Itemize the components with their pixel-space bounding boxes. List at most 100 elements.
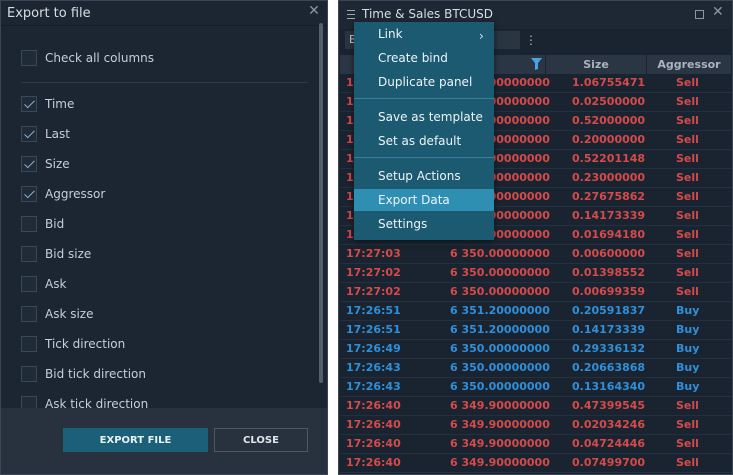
checkbox[interactable]: [21, 216, 37, 232]
checkbox[interactable]: [21, 50, 37, 66]
cell-aggressor: Sell: [676, 399, 699, 412]
menu-item-create-bind[interactable]: Create bind: [354, 47, 494, 69]
table-row[interactable]: 17:26:43 6 350.00000000 0.20663868 Buy: [340, 359, 731, 378]
column-option[interactable]: Tick direction: [21, 334, 125, 354]
checkbox-checked[interactable]: [21, 96, 37, 112]
menu-item-export-data[interactable]: Export Data: [354, 189, 494, 211]
menu-icon[interactable]: [347, 10, 355, 19]
menu-item-duplicate-panel[interactable]: Duplicate panel: [354, 71, 494, 93]
cell-aggressor: Sell: [676, 285, 699, 298]
menu-item-setup-actions[interactable]: Setup Actions: [354, 165, 494, 187]
menu-divider: [354, 157, 494, 158]
cell-size: 0.14173339: [572, 209, 646, 222]
column-option[interactable]: Bid size: [21, 244, 91, 264]
column-option-label: Ask: [45, 277, 67, 291]
cell-aggressor: Sell: [676, 76, 699, 89]
table-row[interactable]: 17:26:51 6 351.20000000 0.20591837 Buy: [340, 302, 731, 321]
close-icon[interactable]: ✕: [712, 5, 724, 19]
checkbox[interactable]: [21, 366, 37, 382]
cell-aggressor: Sell: [676, 228, 699, 241]
cell-aggressor: Buy: [676, 304, 700, 317]
table-row[interactable]: 17:26:49 6 350.00000000 0.29336132 Buy: [340, 340, 731, 359]
column-option-label: Bid tick direction: [45, 367, 146, 381]
table-row[interactable]: 17:27:02 6 350.00000000 0.00699359 Sell: [340, 283, 731, 302]
cell-aggressor: Sell: [676, 209, 699, 222]
menu-item-label: Settings: [378, 217, 428, 231]
menu-divider: [354, 98, 494, 99]
checkbox-checked[interactable]: [21, 186, 37, 202]
checkbox-checked[interactable]: [21, 156, 37, 172]
cell-price: 6 349.90000000: [450, 437, 550, 450]
column-option-label: Ask size: [45, 307, 94, 321]
cell-size: 0.52000000: [572, 114, 646, 127]
cell-time: 17:27:02: [346, 266, 401, 279]
filter-icon[interactable]: [531, 58, 542, 70]
cell-aggressor: Buy: [676, 361, 700, 374]
table-row[interactable]: 17:26:40 6 349.90000000 0.07499700 Sell: [340, 454, 731, 473]
cell-aggressor: Sell: [676, 190, 699, 203]
cell-size: 0.02500000: [572, 95, 646, 108]
table-row[interactable]: 17:27:03 6 350.00000000 0.00600000 Sell: [340, 245, 731, 264]
cell-aggressor: Sell: [676, 247, 699, 260]
table-row[interactable]: 17:26:40 6 349.90000000 0.02034246 Sell: [340, 416, 731, 435]
cell-size: 0.01398552: [572, 266, 646, 279]
cell-size: 0.23000000: [572, 171, 646, 184]
maximize-icon[interactable]: [695, 10, 704, 19]
cell-size: 0.27675862: [572, 190, 646, 203]
check-all-columns[interactable]: Check all columns: [21, 48, 154, 68]
column-option[interactable]: Size: [21, 154, 70, 174]
table-row[interactable]: 17:26:51 6 351.20000000 0.14173339 Buy: [340, 321, 731, 340]
menu-item-label: Create bind: [378, 51, 448, 65]
cell-price: 6 350.00000000: [450, 342, 550, 355]
checkbox[interactable]: [21, 276, 37, 292]
cell-price: 6 351.20000000: [450, 304, 550, 317]
column-option-label: Tick direction: [45, 337, 126, 351]
checkbox[interactable]: [21, 336, 37, 352]
menu-item-settings[interactable]: Settings: [354, 213, 494, 235]
cell-price: 6 350.00000000: [450, 247, 550, 260]
toolbar-field[interactable]: [494, 31, 520, 49]
menu-item-link[interactable]: Link ›: [354, 23, 494, 45]
close-button[interactable]: CLOSE: [214, 428, 308, 452]
checkbox[interactable]: [21, 306, 37, 322]
cell-aggressor: Sell: [676, 266, 699, 279]
cell-size: 0.13164340: [572, 380, 646, 393]
menu-item-label: Set as default: [378, 134, 462, 148]
menu-item-set-as-default[interactable]: Set as default: [354, 130, 494, 152]
cell-aggressor: Buy: [676, 380, 700, 393]
column-option[interactable]: Bid: [21, 214, 64, 234]
column-option[interactable]: Ask size: [21, 304, 94, 324]
table-row[interactable]: 17:26:40 6 349.90000000 0.04724446 Sell: [340, 435, 731, 454]
cell-time: 17:27:03: [346, 247, 401, 260]
cell-price: 6 351.20000000: [450, 323, 550, 336]
column-option[interactable]: Last: [21, 124, 70, 144]
more-icon[interactable]: ⋮: [522, 31, 540, 49]
close-icon[interactable]: ✕: [307, 4, 321, 18]
check-all-label: Check all columns: [45, 51, 154, 65]
column-option-label: Time: [45, 97, 75, 111]
column-option[interactable]: Ask: [21, 274, 66, 294]
cell-time: 17:26:40: [346, 456, 401, 469]
column-option[interactable]: Bid tick direction: [21, 364, 146, 384]
cell-size: 0.00699359: [572, 285, 646, 298]
cell-size: 0.07499700: [572, 456, 646, 469]
menu-item-label: Export Data: [378, 193, 450, 207]
cell-size: 0.47399545: [572, 399, 646, 412]
cell-time: 17:26:40: [346, 399, 401, 412]
checkbox[interactable]: [21, 246, 37, 262]
scrollbar[interactable]: [319, 23, 323, 383]
table-row[interactable]: 17:27:02 6 350.00000000 0.01398552 Sell: [340, 264, 731, 283]
column-option[interactable]: Aggressor: [21, 184, 105, 204]
table-row[interactable]: 17:26:40 6 349.90000000 0.47399545 Sell: [340, 397, 731, 416]
column-header-size[interactable]: Size: [546, 55, 646, 74]
cell-price: 6 350.00000000: [450, 361, 550, 374]
menu-item-save-as-template[interactable]: Save as template: [354, 106, 494, 128]
checkbox-checked[interactable]: [21, 126, 37, 142]
export-file-button[interactable]: EXPORT FILE: [63, 428, 208, 452]
menu-item-label: Setup Actions: [378, 169, 461, 183]
column-option[interactable]: Time: [21, 94, 74, 114]
column-header-aggressor[interactable]: Aggressor: [647, 55, 731, 74]
table-row[interactable]: 17:26:43 6 350.00000000 0.13164340 Buy: [340, 378, 731, 397]
cell-size: 0.20663868: [572, 361, 646, 374]
cell-aggressor: Sell: [676, 133, 699, 146]
